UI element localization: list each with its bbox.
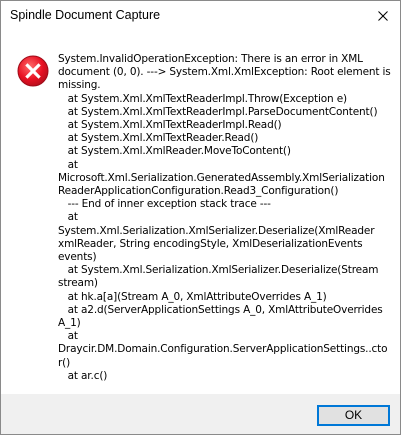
close-button[interactable] [366,1,400,31]
window-title: Spindle Document Capture [10,8,161,22]
close-icon [378,11,388,21]
message-box-window: Spindle Document Capture System.InvalidO… [0,0,401,435]
error-message-text: System.InvalidOperationException: There … [58,53,391,382]
dialog-footer: OK [1,394,400,434]
ok-button[interactable]: OK [317,405,390,426]
title-bar[interactable]: Spindle Document Capture [1,1,400,31]
dialog-content: System.InvalidOperationException: There … [1,31,400,394]
error-icon [17,55,49,87]
